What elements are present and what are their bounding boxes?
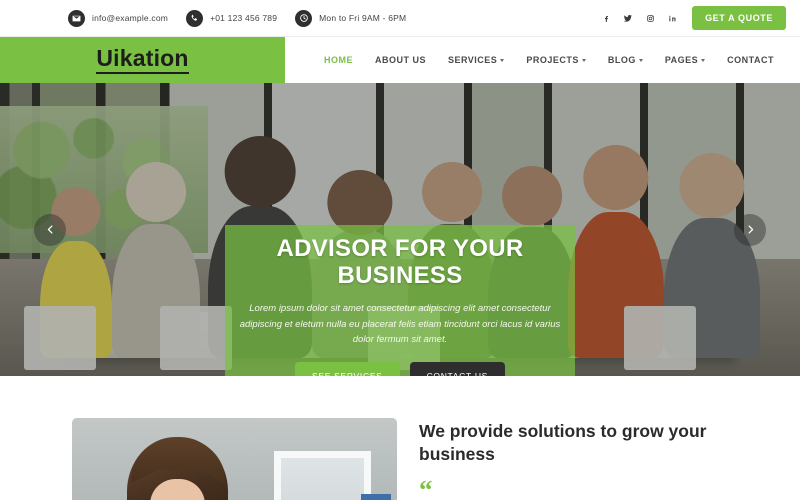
solutions-heading: We provide solutions to grow your busine… [419, 421, 707, 465]
carousel-prev-button[interactable] [34, 213, 66, 246]
clock-icon [295, 9, 313, 27]
nav-item-services[interactable]: SERVICES [447, 55, 505, 65]
nav-label-blog: BLOG [607, 55, 636, 65]
nav-label-about-us: ABOUT US [374, 55, 426, 65]
top-bar: info@example.com +01 123 456 789 Mon to … [0, 0, 800, 36]
nav-label-services: SERVICES [447, 55, 498, 65]
see-services-button[interactable]: SEE SERVICES [294, 362, 400, 376]
contact-hours: Mon to Fri 9AM - 6PM [295, 9, 407, 27]
nav-label-contact: CONTACT [727, 55, 774, 65]
contact-email-text: info@example.com [92, 13, 169, 23]
nav-item-blog[interactable]: BLOG [608, 55, 643, 65]
hero-slider: ADVISOR FOR YOUR BUSINESS Lorem ipsum do… [0, 83, 800, 376]
nav-item-home[interactable]: HOME [324, 55, 353, 65]
chevron-down-icon [581, 59, 586, 62]
nav-item-contact[interactable]: CONTACT [727, 55, 774, 65]
hero-content: ADVISOR FOR YOUR BUSINESS Lorem ipsum do… [225, 235, 575, 376]
chevron-down-icon [500, 59, 505, 62]
businesswoman-photo [72, 418, 397, 500]
photo-blue-accent [361, 493, 391, 500]
main-navigation: HOME ABOUT US SERVICES PROJECTS BLOG PAG… [285, 37, 800, 83]
solutions-image-wrap [72, 418, 397, 500]
solutions-section: We provide solutions to grow your busine… [0, 376, 800, 500]
chevron-left-icon [45, 224, 56, 235]
contact-hours-text: Mon to Fri 9AM - 6PM [319, 13, 407, 23]
nav-label-home: HOME [323, 55, 353, 65]
linkedin-icon[interactable] [661, 7, 683, 29]
chevron-down-icon [638, 59, 643, 62]
envelope-icon [68, 9, 85, 27]
facebook-icon[interactable] [595, 7, 617, 29]
contact-us-button[interactable]: CONTACT US [409, 362, 506, 376]
nav-item-projects[interactable]: PROJECTS [526, 55, 586, 65]
instagram-icon[interactable] [639, 7, 661, 29]
phone-icon [186, 9, 204, 27]
photo-wall-frame-inner [280, 458, 364, 500]
nav-item-about-us[interactable]: ABOUT US [375, 55, 426, 65]
topbar-actions: GET A QUOTE [595, 6, 786, 30]
hero-subtitle: Lorem ipsum dolor sit amet consectetur a… [239, 303, 561, 345]
topbar-contact-list: info@example.com +01 123 456 789 Mon to … [68, 9, 407, 27]
hero-buttons: SEE SERVICES CONTACT US [239, 362, 561, 376]
site-header: Uikation HOME ABOUT US SERVICES PROJECTS… [0, 36, 800, 83]
nav-item-pages[interactable]: PAGES [664, 55, 706, 65]
solutions-text: We provide solutions to grow your busine… [419, 418, 719, 500]
site-logo: Uikation [96, 46, 189, 74]
contact-phone[interactable]: +01 123 456 789 [186, 9, 278, 27]
chevron-down-icon [701, 59, 706, 62]
nav-label-projects: PROJECTS [526, 55, 579, 65]
get-a-quote-button[interactable]: GET A QUOTE [692, 6, 786, 30]
carousel-next-button[interactable] [734, 213, 766, 246]
twitter-icon[interactable] [617, 7, 639, 29]
hero-title: ADVISOR FOR YOUR BUSINESS [276, 235, 524, 290]
photo-wall-frame [273, 451, 371, 500]
nav-label-pages: PAGES [664, 55, 699, 65]
logo-block[interactable]: Uikation [0, 37, 285, 83]
chevron-right-icon [745, 224, 756, 235]
contact-phone-text: +01 123 456 789 [210, 13, 278, 23]
contact-email[interactable]: info@example.com [68, 9, 169, 27]
quote-icon: “ [419, 474, 433, 500]
